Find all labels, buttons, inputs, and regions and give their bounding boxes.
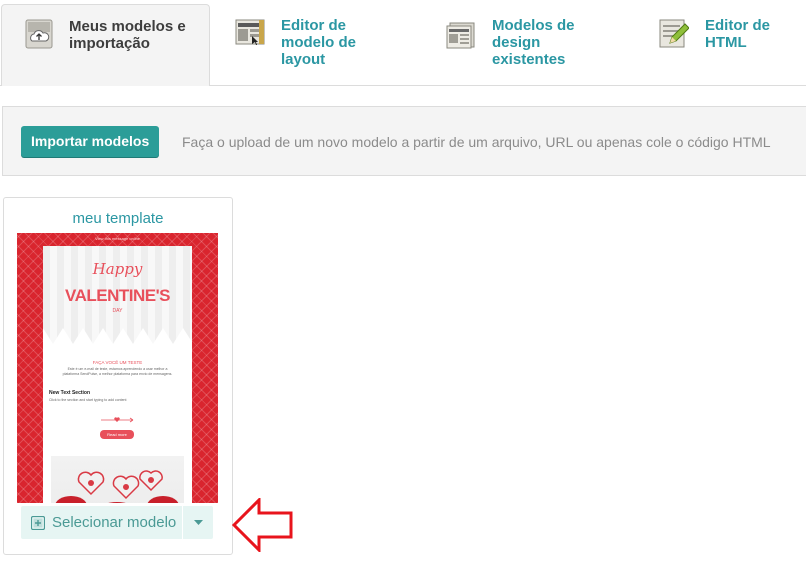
tab-layout-editor[interactable]: Editor de modelo de layout — [234, 4, 384, 68]
import-panel: Importar modelos Faça o upload de um nov… — [2, 106, 806, 176]
template-title: meu template — [72, 210, 164, 227]
import-description: Faça o upload de um novo modelo a partir… — [182, 134, 771, 150]
tab-my-templates[interactable]: Meus modelos e importação — [1, 4, 210, 86]
layout-editor-icon — [235, 19, 265, 45]
template-tabs: Meus modelos e importação Editor de mode… — [0, 0, 806, 86]
tab-label: Modelos de design existentes — [492, 17, 575, 68]
preview-read-more-button: Read more — [100, 430, 134, 439]
preview-day-text: DAY — [112, 308, 123, 314]
tab-existing-designs[interactable]: Modelos de design existentes — [445, 4, 605, 68]
select-template-group: Selecionar modelo — [21, 506, 213, 539]
tab-label: Meus modelos e importação — [69, 18, 186, 52]
annotation-arrow-icon — [232, 498, 293, 552]
tab-html-editor[interactable]: Editor de HTML — [657, 4, 802, 68]
preview-body-text: Este é um e-mail de teste, estamos apren… — [62, 367, 173, 376]
preview-banner: Happy VALENTINE'S DAY — [43, 246, 192, 344]
preview-section-text: Click to the section and start typing to… — [49, 398, 127, 402]
select-template-button[interactable]: Selecionar modelo — [21, 506, 183, 539]
pencil-document-icon — [659, 19, 689, 48]
select-template-dropdown[interactable] — [184, 506, 213, 539]
tab-label: Editor de modelo de layout — [281, 17, 357, 68]
template-card: meu template View this message online Ha… — [3, 197, 233, 555]
select-template-label: Selecionar modelo — [52, 514, 177, 531]
heart-arrow-icon — [101, 417, 134, 423]
preview-email-body: Happy VALENTINE'S DAY FAÇA VOCÊ UM TESTE… — [43, 246, 192, 503]
newspaper-icon — [446, 22, 475, 49]
preview-heading: FAÇA VOCÊ UM TESTE — [92, 360, 143, 365]
template-preview[interactable]: View this message online Happy VALENTINE… — [17, 233, 218, 503]
preview-hearts-photo — [51, 456, 184, 503]
preview-view-online-link: View this message online — [94, 236, 141, 241]
import-templates-button[interactable]: Importar modelos — [21, 126, 160, 157]
preview-valentines-text: VALENTINE'S — [65, 286, 170, 305]
caret-down-icon — [194, 520, 203, 525]
hearts-photo-image — [55, 470, 179, 503]
add-template-icon — [31, 516, 45, 530]
preview-section-title: New Text Section — [49, 390, 91, 396]
banner-zigzag — [43, 328, 192, 344]
tab-label: Editor de HTML — [705, 17, 771, 51]
preview-happy-text: Happy — [92, 260, 143, 278]
upload-cloud-icon — [25, 19, 53, 49]
